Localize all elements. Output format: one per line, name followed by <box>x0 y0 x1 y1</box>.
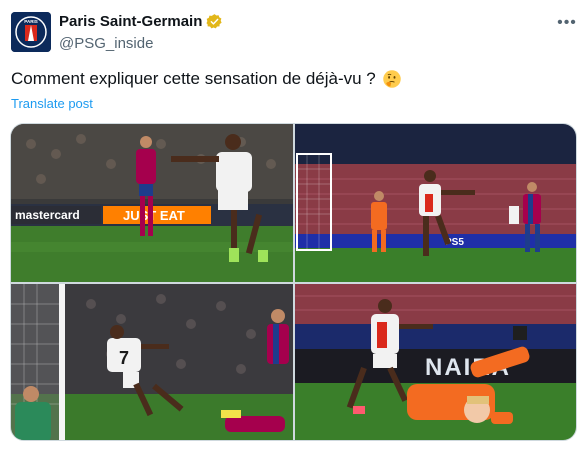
board-just-eat: JUST EAT <box>123 208 185 223</box>
author-name-row: Paris Saint-Germain <box>59 13 223 30</box>
board-mastercard: mastercard <box>15 208 80 222</box>
avatar[interactable]: PARIS <box>11 12 51 52</box>
verified-badge-icon[interactable] <box>206 13 223 30</box>
translate-post-link[interactable]: Translate post <box>11 96 93 111</box>
more-options-button[interactable]: ••• <box>556 12 578 34</box>
psg-crest-icon: PARIS <box>11 12 51 52</box>
thinking-face-icon <box>383 70 401 88</box>
photo-3[interactable]: 7 <box>11 284 293 440</box>
media-grid: mastercard JUST EAT PS5 7 NAIRA <box>10 123 577 441</box>
avatar-text: PARIS <box>24 19 37 24</box>
tweet-text: Comment expliquer cette sensation de déj… <box>11 69 402 89</box>
photo-1[interactable]: mastercard JUST EAT <box>11 124 293 282</box>
author-handle[interactable]: @PSG_inside <box>59 35 153 52</box>
photo-4[interactable]: NAIRA <box>295 284 576 440</box>
photo-2[interactable]: PS5 <box>295 124 576 282</box>
author-display-name[interactable]: Paris Saint-Germain <box>59 13 202 30</box>
shirt-number: 7 <box>119 348 129 368</box>
tweet-body: Comment expliquer cette sensation de déj… <box>11 69 376 88</box>
